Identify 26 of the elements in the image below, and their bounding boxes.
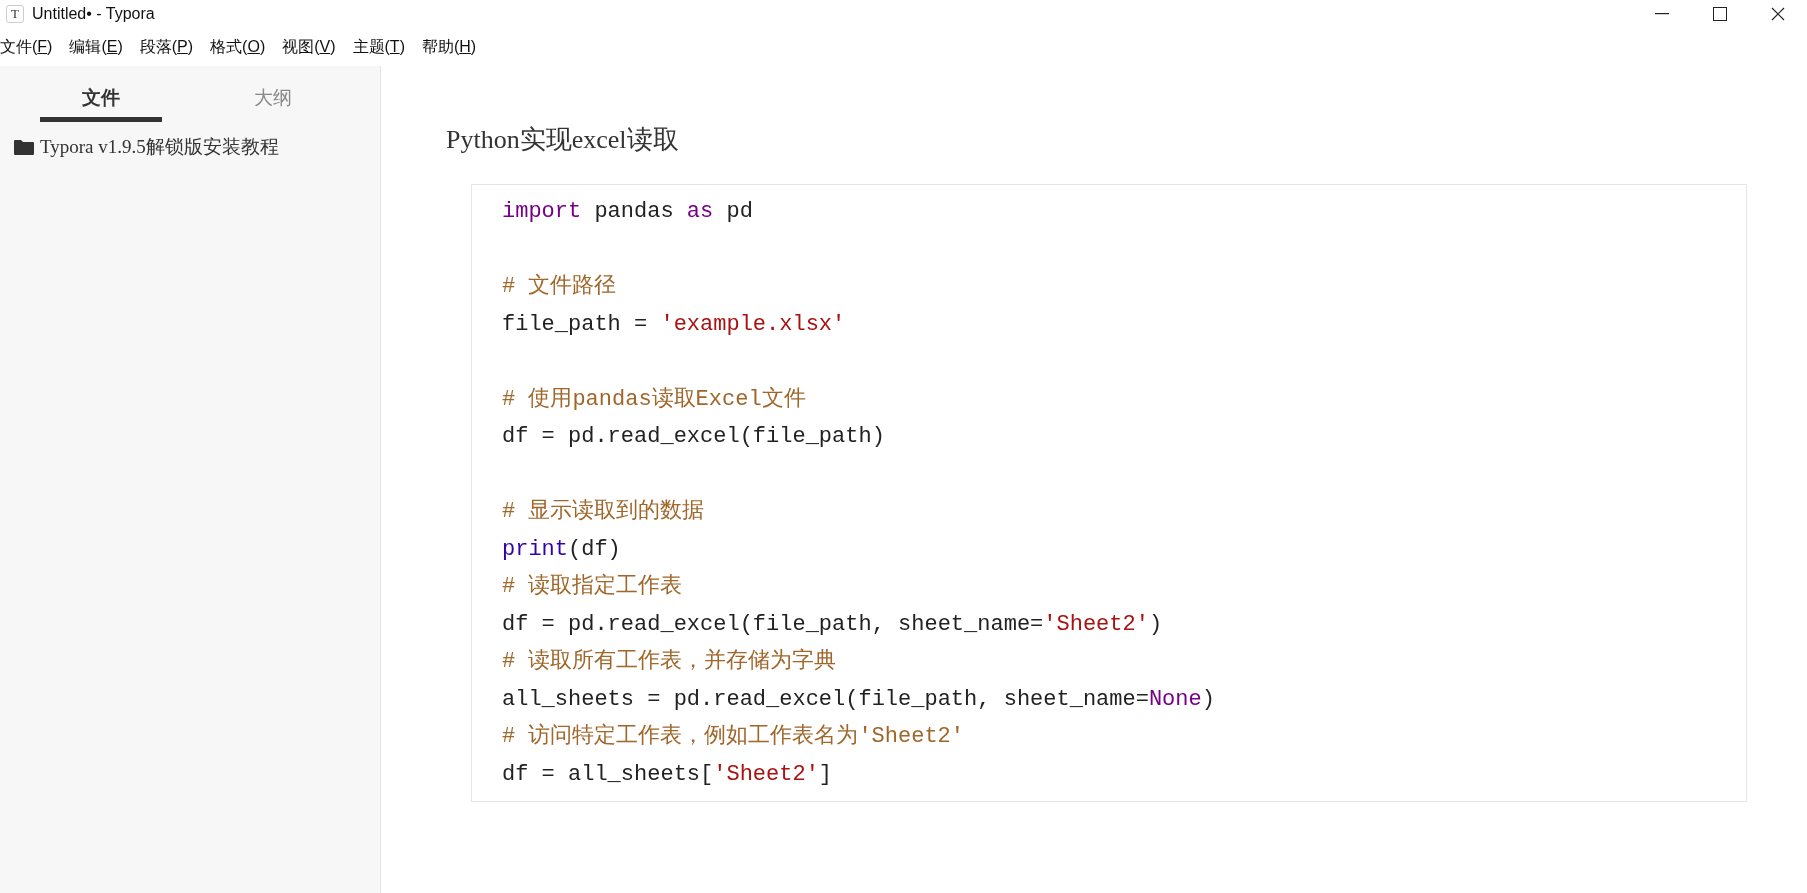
code-line: # 读取指定工作表: [502, 572, 684, 601]
menu-item[interactable]: 主题(T): [352, 35, 405, 59]
sidebar-tab[interactable]: 文件: [40, 80, 162, 122]
code-line: # 访问特定工作表，例如工作表名为'Sheet2': [502, 722, 966, 751]
menu-item[interactable]: 帮助(H): [421, 35, 477, 59]
code-line: df = pd.read_excel(file_path, sheet_name='Sheet2'): [502, 610, 1164, 639]
menu-item[interactable]: 编辑(E): [69, 35, 123, 59]
code-line: df = all_sheets['Sheet2']: [502, 760, 834, 789]
code-line: # 读取所有工作表，并存储为字典: [502, 647, 838, 676]
code-line: df = pd.read_excel(file_path): [502, 423, 886, 451]
app-icon: T: [6, 5, 24, 23]
menu-item[interactable]: 格式(O): [210, 35, 266, 59]
code-line: # 文件路径: [502, 272, 618, 301]
document-heading: Python实现excel读取: [446, 124, 680, 156]
code-line: # 使用pandas读取Excel文件: [502, 385, 807, 414]
folder-icon: [14, 139, 34, 155]
menu-item[interactable]: 文件(F): [0, 35, 53, 59]
window-title: Untitled• - Typora: [32, 4, 155, 24]
code-line: # 显示读取到的数据: [502, 498, 706, 526]
code-line: import pandas as pd: [502, 198, 754, 226]
menu-item[interactable]: 段落(P): [139, 35, 194, 59]
code-line: print(df): [502, 535, 622, 564]
file-tree-item[interactable]: Typora v1.9.5解锁版安装教程: [0, 132, 380, 162]
code-line: all_sheets = pd.read_excel(file_path, sheet_name=None): [502, 685, 1216, 714]
code-line: file_path = 'example.xlsx': [502, 310, 847, 339]
menu-item[interactable]: 视图(V): [282, 35, 336, 59]
